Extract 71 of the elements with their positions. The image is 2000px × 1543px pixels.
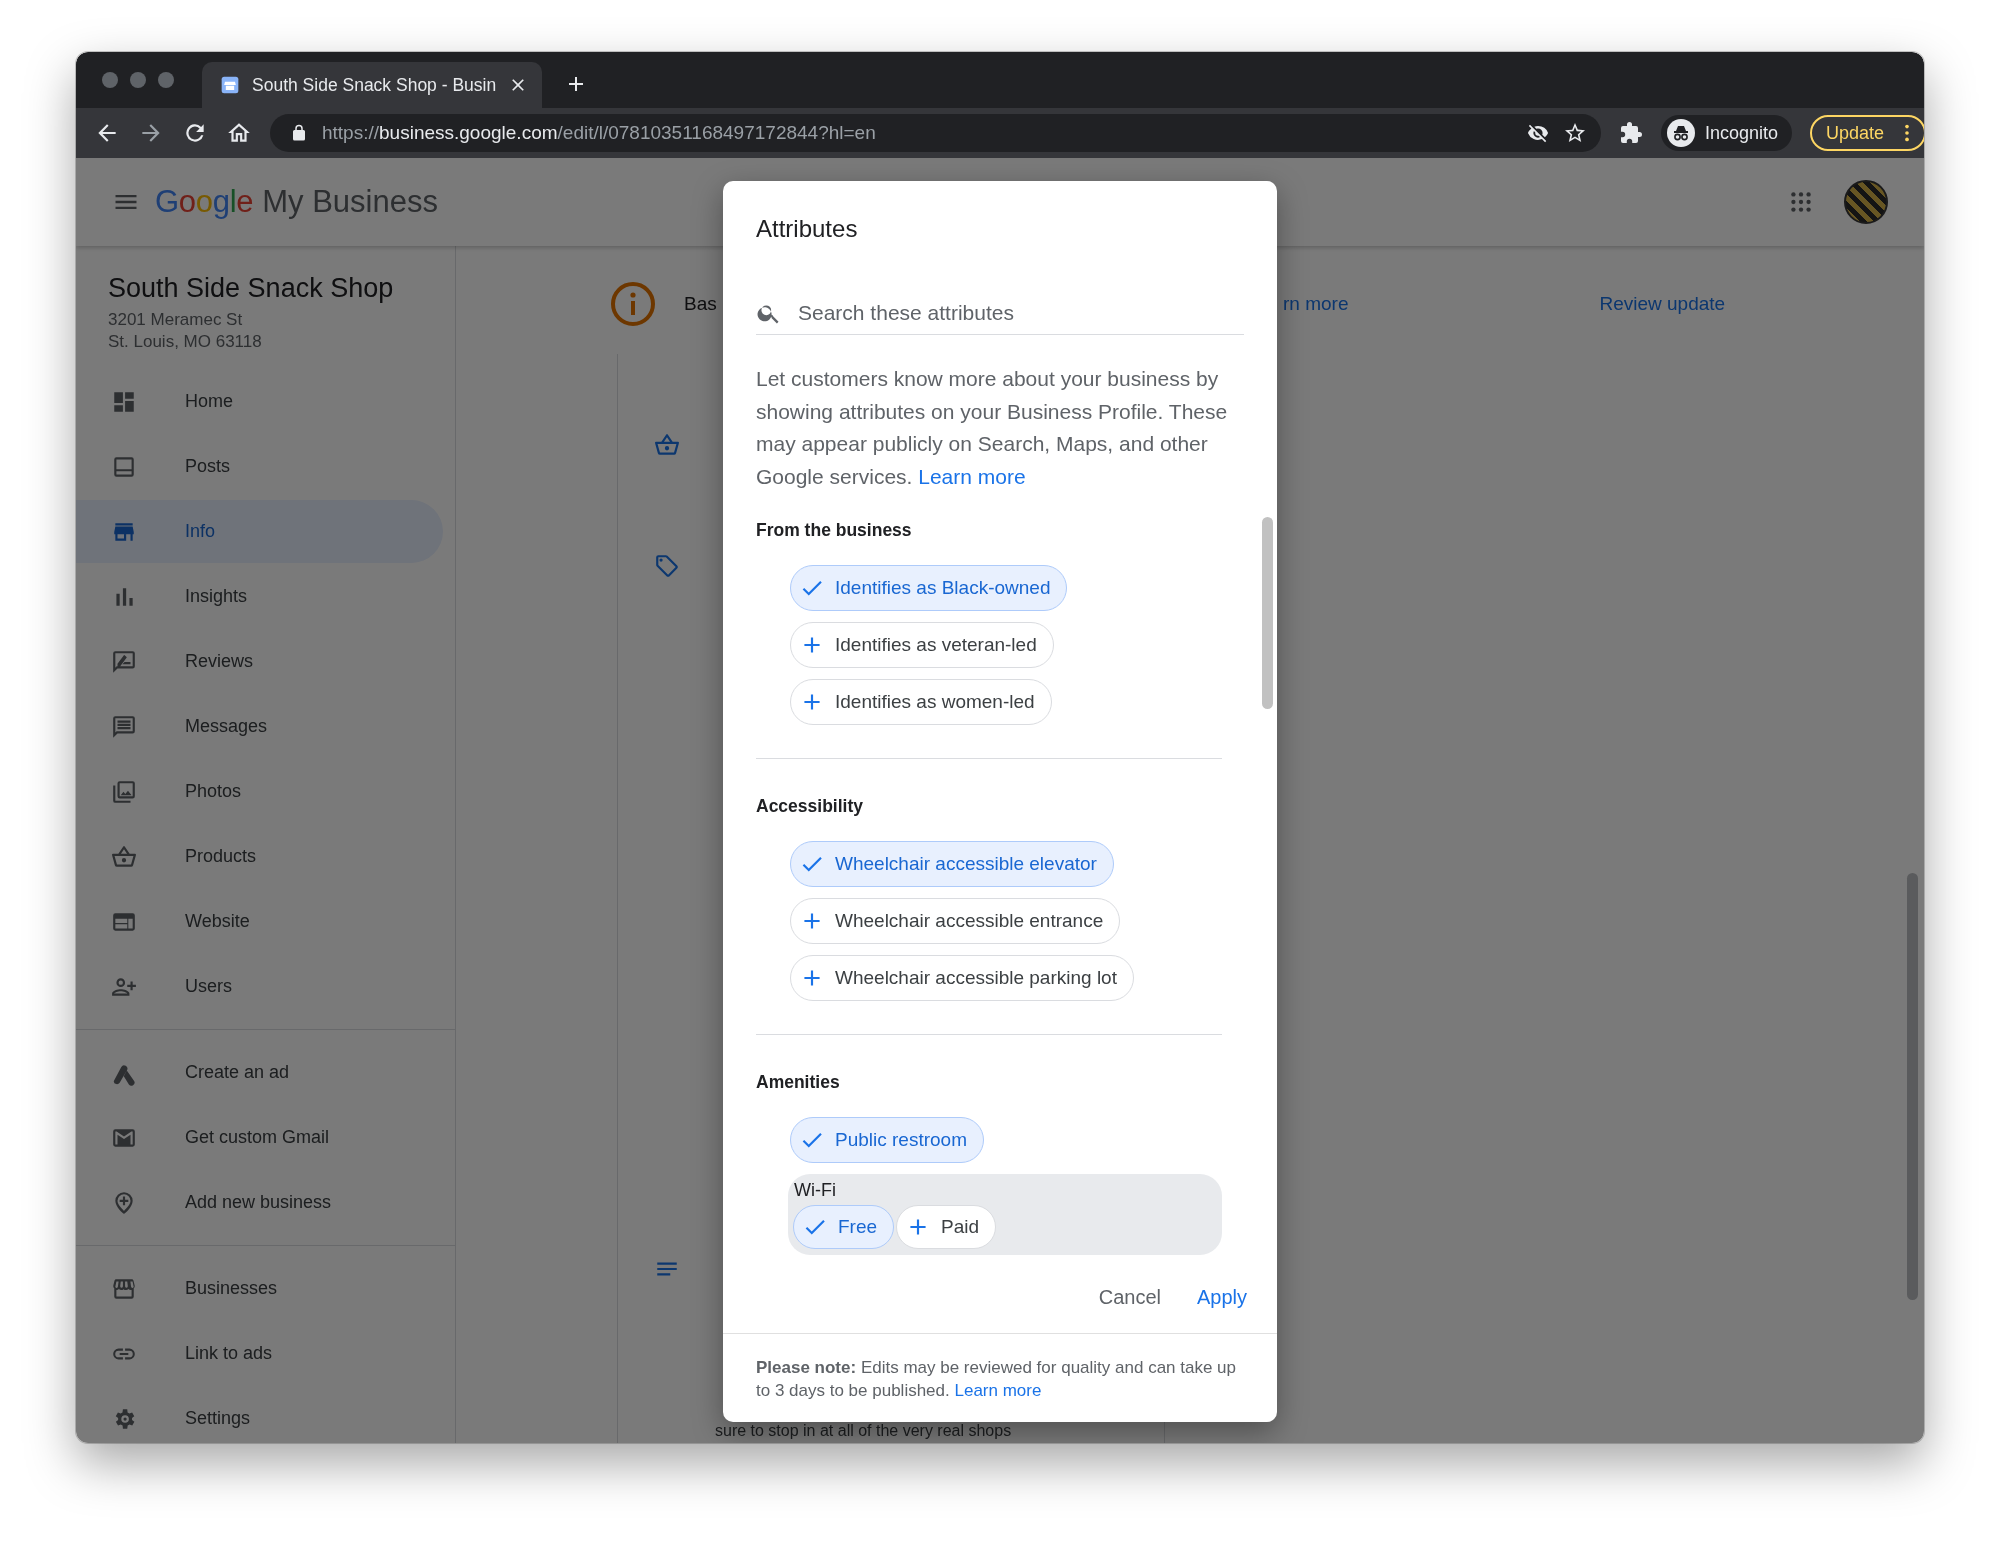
- search-field[interactable]: Search these attributes: [798, 300, 1244, 325]
- attribute-chip[interactable]: Identifies as Black-owned: [790, 565, 1068, 611]
- product-name: My Business: [262, 184, 438, 220]
- nav-item[interactable]: Messages: [76, 695, 443, 758]
- description-text: Let customers know more about your business by showing attributes on your Business Profile. These may appear publicly on Search, Maps, and other Google services. Learn more: [756, 366, 1229, 490]
- banner-text: Bas: [684, 293, 717, 315]
- photo-icon: [111, 778, 137, 805]
- address-line: St. Louis, MO 63118: [107, 331, 263, 353]
- learn-more-link[interactable]: Learn more: [918, 464, 1026, 488]
- nav-item[interactable]: Create an ad: [76, 1041, 443, 1104]
- attribute-chip[interactable]: Wheelchair accessible elevator: [790, 841, 1114, 887]
- nav-item[interactable]: Products: [76, 825, 443, 888]
- update-button[interactable]: Update: [1810, 115, 1924, 151]
- nav-item[interactable]: Businesses: [76, 1257, 443, 1320]
- review-update-link[interactable]: Review update: [1599, 293, 1726, 315]
- description-text: sure to stop in at all of the very real shops: [715, 1422, 1012, 1440]
- nav-item[interactable]: Users: [76, 955, 443, 1018]
- nav-item[interactable]: Add new business: [76, 1171, 443, 1234]
- section-heading: Amenities: [756, 1071, 841, 1093]
- nav-item[interactable]: Photos: [76, 760, 443, 823]
- google-logo[interactable]: Google: [155, 184, 254, 220]
- browser-tab[interactable]: South Side Snack Shop - Busin: [202, 62, 543, 108]
- lock-icon: [290, 124, 308, 142]
- attribute-chip[interactable]: Free: [793, 1205, 895, 1249]
- review-icon: [111, 648, 137, 675]
- window-control[interactable]: [158, 72, 174, 88]
- cancel-button[interactable]: Cancel: [1090, 1277, 1169, 1317]
- attribute-chip[interactable]: Wheelchair accessible parking lot: [790, 955, 1134, 1001]
- business-name: South Side Snack Shop: [107, 272, 395, 304]
- scrollbar-thumb[interactable]: [1907, 873, 1918, 1300]
- basket-icon: [111, 843, 137, 870]
- eye-slash-icon[interactable]: [1527, 122, 1549, 144]
- profile-button[interactable]: Incognito: [1661, 115, 1793, 151]
- nav-item[interactable]: Info: [76, 500, 443, 563]
- window-control[interactable]: [130, 72, 146, 88]
- incognito-icon: [1667, 119, 1695, 147]
- nav-item[interactable]: Get custom Gmail: [76, 1106, 443, 1169]
- star-icon[interactable]: [1563, 121, 1587, 145]
- message-icon: [111, 713, 137, 740]
- apply-button[interactable]: Apply: [1188, 1277, 1255, 1317]
- nav-item[interactable]: Posts: [76, 435, 443, 498]
- url-text: https://business.google.com/edit/l/07810351168497172844?hl=en: [322, 122, 877, 144]
- attribute-chip[interactable]: Identifies as veteran-led: [790, 622, 1054, 668]
- window-control[interactable]: [102, 72, 118, 88]
- nav-item[interactable]: Reviews: [76, 630, 443, 693]
- attribute-chip[interactable]: Identifies as women-led: [790, 679, 1052, 725]
- section-heading: Accessibility: [756, 795, 864, 817]
- dialog-title: Attributes: [755, 214, 859, 243]
- attribute-chip[interactable]: Public restroom: [790, 1117, 984, 1163]
- account-avatar[interactable]: [1844, 180, 1888, 224]
- puzzle-piece-icon[interactable]: [1619, 121, 1643, 145]
- apps-grid-icon[interactable]: [1788, 189, 1814, 215]
- tag-icon: [654, 553, 680, 579]
- attribute-chip[interactable]: Wheelchair accessible entrance: [790, 898, 1121, 944]
- scrollbar-thumb[interactable]: [1262, 517, 1273, 709]
- nav-item[interactable]: Link to ads: [76, 1322, 443, 1385]
- learn-more-link[interactable]: rn more: [1283, 293, 1349, 315]
- info-icon: [610, 281, 656, 327]
- section-heading: From the business: [756, 519, 913, 541]
- nav-item[interactable]: Home: [76, 370, 443, 433]
- option-group-label: Wi-Fi: [793, 1180, 837, 1200]
- nav-item[interactable]: Insights: [76, 565, 443, 628]
- note-text: Please note: Edits may be reviewed for quality and can take up to 3 days to be published. Learn more: [723, 1333, 1277, 1422]
- basket-icon: [654, 432, 680, 458]
- store-favicon-icon: [220, 75, 240, 95]
- learn-more-link[interactable]: Learn more: [954, 1381, 1042, 1400]
- nav-item[interactable]: Website: [76, 890, 443, 953]
- nav-item[interactable]: Settings: [76, 1387, 443, 1443]
- address-line: 3201 Meramec St: [107, 309, 244, 331]
- address-bar[interactable]: https://business.google.com/edit/l/07810351168497172844?hl=en: [270, 114, 1601, 152]
- attribute-chip[interactable]: Paid: [896, 1205, 997, 1249]
